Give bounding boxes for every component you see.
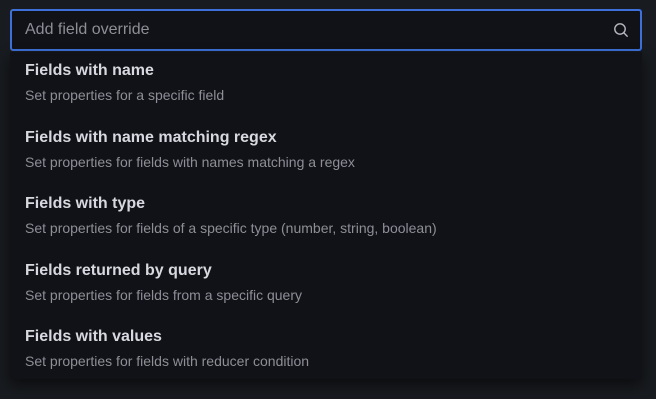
option-title: Fields with name matching regex	[25, 128, 277, 146]
option-title: Fields with values	[25, 328, 162, 346]
option-title: Fields with type	[25, 195, 146, 213]
search-input[interactable]	[12, 11, 612, 49]
search-icon	[612, 21, 630, 39]
option-description: Set properties for fields with names mat…	[25, 153, 355, 170]
override-options-menu: Fields with name Set properties for a sp…	[10, 52, 642, 379]
option-title: Fields returned by query	[25, 261, 212, 279]
option-description: Set properties for a specific field	[25, 87, 225, 103]
option-fields-returned-by-query[interactable]: Fields returned by query Set properties …	[10, 252, 642, 319]
option-description: Set properties for fields with reducer c…	[25, 353, 310, 370]
option-description: Set properties for fields from a specifi…	[25, 286, 303, 303]
option-description: Set properties for fields of a specific …	[25, 220, 437, 237]
option-fields-with-values[interactable]: Fields with values Set properties for fi…	[10, 318, 642, 379]
option-title: Fields with name	[25, 62, 154, 79]
search-box[interactable]	[10, 9, 642, 51]
override-picker: Fields with name Set properties for a sp…	[0, 0, 656, 399]
option-fields-with-name-matching-regex[interactable]: Fields with name matching regex Set prop…	[10, 119, 642, 186]
option-fields-with-name[interactable]: Fields with name Set properties for a sp…	[10, 52, 642, 119]
option-fields-with-type[interactable]: Fields with type Set properties for fiel…	[10, 185, 642, 252]
